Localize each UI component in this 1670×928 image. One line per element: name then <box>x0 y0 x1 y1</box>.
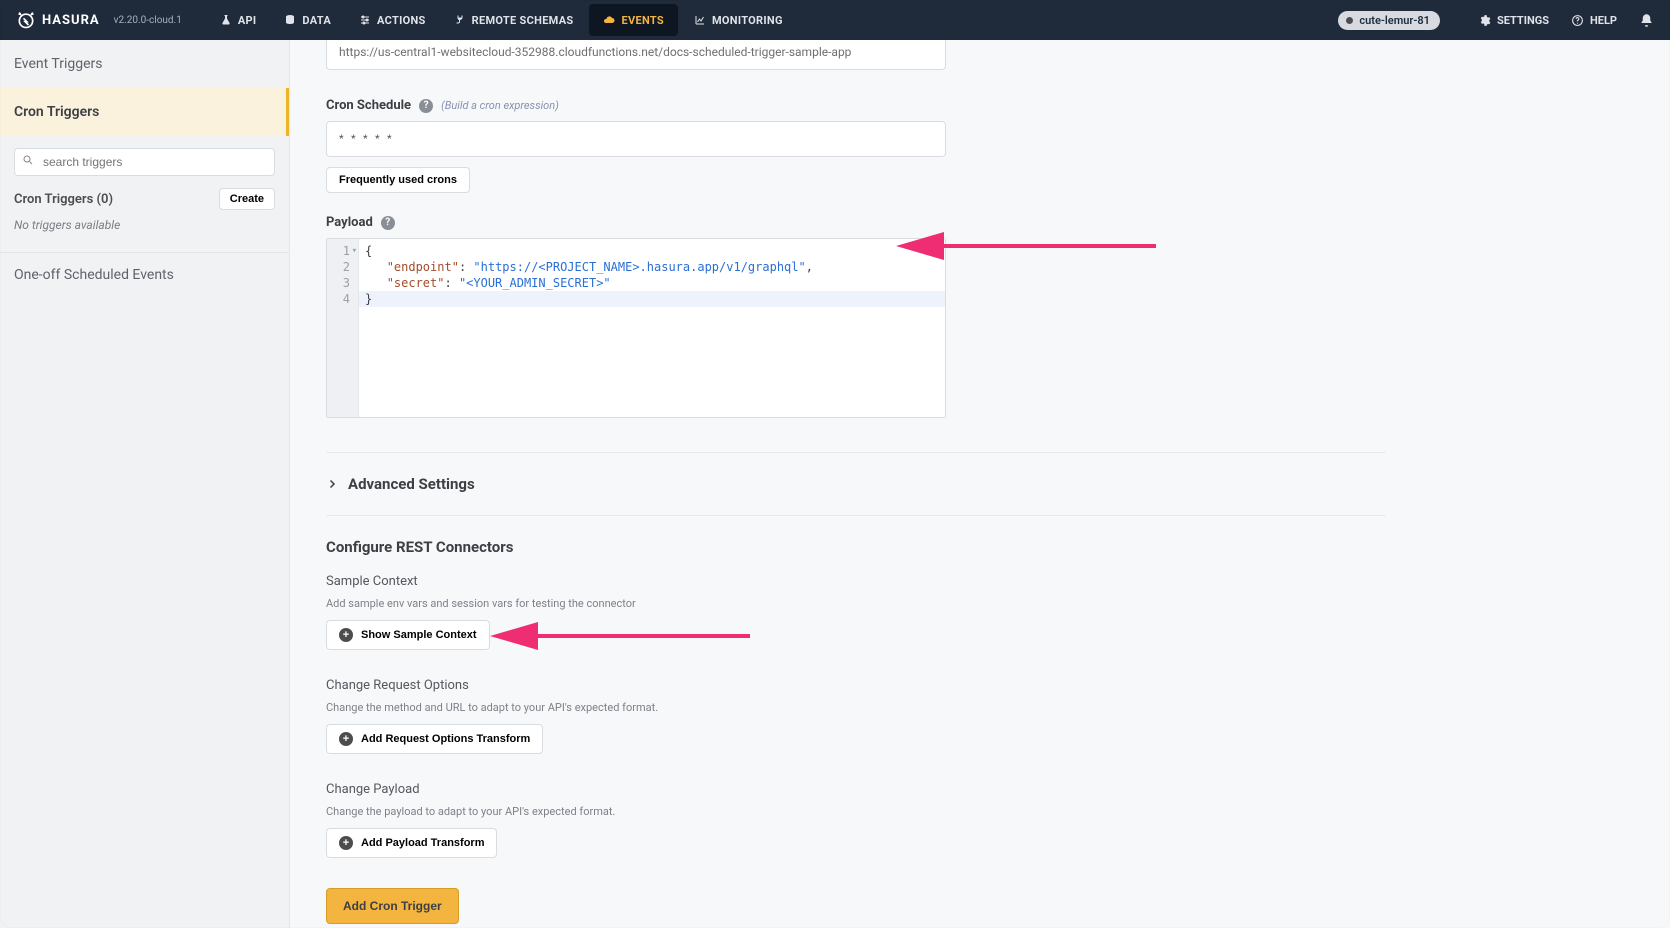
hasura-logo-icon <box>16 10 36 30</box>
version-label: v2.20.0-cloud.1 <box>114 15 182 26</box>
search-triggers-input[interactable] <box>14 148 275 176</box>
nav-label: API <box>238 14 257 27</box>
line-number: 4 <box>329 291 356 307</box>
nav-label: REMOTE SCHEMAS <box>472 14 574 27</box>
sliders-icon <box>359 14 371 26</box>
line-number: 3 <box>329 275 356 291</box>
status-dot-icon <box>1346 17 1353 24</box>
nav-label: EVENTS <box>621 14 663 27</box>
nav-settings[interactable]: SETTINGS <box>1478 14 1549 27</box>
webhook-url-input[interactable]: https://us-central1-websitecloud-352988.… <box>326 40 946 70</box>
plus-circle-icon: + <box>339 836 353 850</box>
sample-context-desc: Add sample env vars and session vars for… <box>326 597 1634 610</box>
help-label: HELP <box>1590 14 1617 27</box>
nav-actions[interactable]: ACTIONS <box>345 0 440 40</box>
settings-label: SETTINGS <box>1497 14 1549 27</box>
add-cron-trigger-submit-button[interactable]: Add Cron Trigger <box>326 888 459 924</box>
search-icon <box>22 154 34 170</box>
change-payload-title: Change Payload <box>326 782 1634 797</box>
notifications-button[interactable] <box>1639 13 1654 28</box>
button-label: Add Request Options Transform <box>361 733 530 745</box>
sample-context-title: Sample Context <box>326 574 1634 589</box>
editor-code[interactable]: { "endpoint": "https://<PROJECT_NAME>.ha… <box>359 239 945 417</box>
payload-label: Payload <box>326 215 373 230</box>
brand-text: HASURA <box>42 13 100 28</box>
advanced-settings-toggle[interactable]: Advanced Settings <box>326 453 1634 515</box>
frequently-used-crons-button[interactable]: Frequently used crons <box>326 167 470 193</box>
plus-circle-icon: + <box>339 628 353 642</box>
editor-gutter: 1 2 3 4 <box>327 239 359 417</box>
button-label: Show Sample Context <box>361 629 477 641</box>
nav-label: ACTIONS <box>377 14 426 27</box>
brand-logo: HASURA <box>16 10 100 30</box>
sidebar-item-cron-triggers[interactable]: Cron Triggers <box>0 88 289 136</box>
line-number: 1 <box>329 243 356 259</box>
project-name: cute-lemur-81 <box>1359 14 1430 27</box>
chevron-right-icon <box>326 478 338 490</box>
change-payload-desc: Change the payload to adapt to your API'… <box>326 805 1634 818</box>
help-icon[interactable]: ? <box>419 99 433 113</box>
help-icon[interactable]: ? <box>381 216 395 230</box>
add-request-options-transform-button[interactable]: + Add Request Options Transform <box>326 724 543 754</box>
nav-data[interactable]: DATA <box>270 0 345 40</box>
sidebar-item-label: One-off Scheduled Events <box>14 267 174 283</box>
plus-circle-icon: + <box>339 732 353 746</box>
bell-icon <box>1639 13 1654 28</box>
change-request-options-title: Change Request Options <box>326 678 1634 693</box>
sidebar-item-one-off-events[interactable]: One-off Scheduled Events <box>0 253 289 297</box>
sidebar-item-label: Event Triggers <box>14 56 103 72</box>
chart-icon <box>694 14 706 26</box>
database-icon <box>284 14 296 26</box>
cloud-icon <box>603 14 615 26</box>
gear-icon <box>1478 14 1491 27</box>
nav-label: DATA <box>302 14 331 27</box>
project-pill[interactable]: cute-lemur-81 <box>1338 11 1440 30</box>
advanced-settings-label: Advanced Settings <box>348 475 475 493</box>
sidebar-item-event-triggers[interactable]: Event Triggers <box>0 40 289 88</box>
plug-icon <box>454 14 466 26</box>
change-request-options-desc: Change the method and URL to adapt to yo… <box>326 701 1634 714</box>
nav-label: MONITORING <box>712 14 783 27</box>
flask-icon <box>220 14 232 26</box>
show-sample-context-button[interactable]: + Show Sample Context <box>326 620 490 650</box>
add-payload-transform-button[interactable]: + Add Payload Transform <box>326 828 497 858</box>
top-nav: HASURA v2.20.0-cloud.1 API DATA ACTIONS <box>0 0 1670 40</box>
create-cron-trigger-button[interactable]: Create <box>219 188 275 210</box>
sidebar: Event Triggers Cron Triggers Cron Trigge… <box>0 40 290 928</box>
nav-monitoring[interactable]: MONITORING <box>680 0 797 40</box>
nav-remote-schemas[interactable]: REMOTE SCHEMAS <box>440 0 588 40</box>
nav-help[interactable]: HELP <box>1571 14 1617 27</box>
main-content: https://us-central1-websitecloud-352988.… <box>290 40 1670 928</box>
line-number: 2 <box>329 259 356 275</box>
cron-triggers-count-label: Cron Triggers (0) <box>14 192 113 207</box>
annotation-arrow-request-options <box>490 608 750 664</box>
button-label: Add Payload Transform <box>361 837 484 849</box>
cron-schedule-hint[interactable]: (Build a cron expression) <box>441 99 559 112</box>
nav-events[interactable]: EVENTS <box>589 4 677 36</box>
no-triggers-note: No triggers available <box>0 214 289 246</box>
help-circle-icon <box>1571 14 1584 27</box>
cron-schedule-input[interactable] <box>326 121 946 157</box>
payload-editor[interactable]: 1 2 3 4 { "endpoint": "https://<PROJECT_… <box>326 238 946 418</box>
nav-api[interactable]: API <box>206 0 271 40</box>
sidebar-item-label: Cron Triggers <box>14 104 99 120</box>
rest-connectors-title: Configure REST Connectors <box>326 538 1634 556</box>
cron-schedule-label: Cron Schedule <box>326 98 411 113</box>
